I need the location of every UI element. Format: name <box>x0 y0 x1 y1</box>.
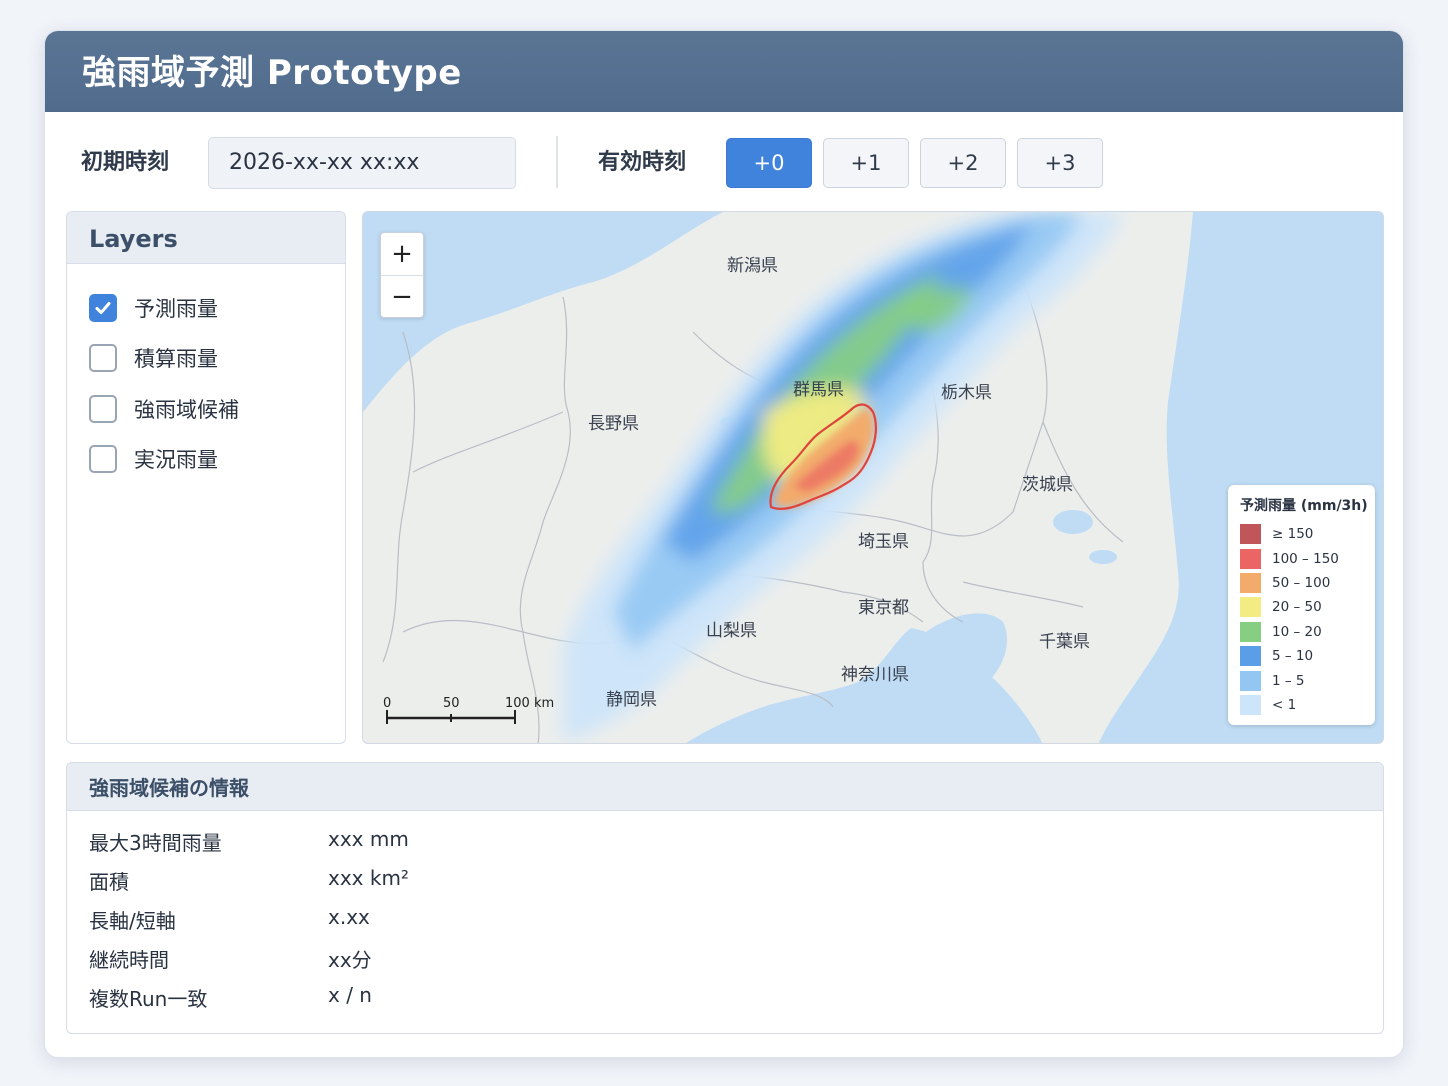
scale-label: 50 <box>443 696 460 711</box>
init-time-label: 初期時刻 <box>81 150 170 175</box>
init-time-field[interactable]: 2026-xx-xx xx:xx <box>208 137 516 189</box>
pref-label: 群馬県 <box>793 380 844 400</box>
pref-label: 長野県 <box>588 414 639 434</box>
legend-label: 5 – 10 <box>1272 648 1314 665</box>
checkbox-checked-icon[interactable] <box>89 294 117 322</box>
checkbox-icon[interactable] <box>89 344 117 372</box>
offset-button-0[interactable]: +0 <box>726 138 812 188</box>
pref-label: 新潟県 <box>727 256 778 276</box>
pref-label: 千葉県 <box>1039 632 1090 652</box>
legend-label: 10 – 20 <box>1272 623 1322 640</box>
layers-title: Layers <box>67 212 345 264</box>
candidate-info-panel: 強雨域候補の情報 最大3時間雨量 xxx mm 面積 xxx km² 長軸/短軸… <box>66 762 1384 1034</box>
checkbox-icon[interactable] <box>89 445 117 473</box>
legend-entry: 5 – 10 <box>1240 644 1375 668</box>
legend-entry: 1 – 5 <box>1240 668 1375 692</box>
app-title: 強雨域予測 Prototype <box>45 31 1403 112</box>
zoom-out-button[interactable]: − <box>381 276 423 319</box>
offset-button-3[interactable]: +3 <box>1017 138 1103 188</box>
scale-label: 0 <box>383 696 392 711</box>
legend-entry: < 1 <box>1240 693 1375 717</box>
info-value: xx分 <box>328 948 372 972</box>
layer-observed-rain[interactable]: 実況雨量 <box>89 444 218 474</box>
info-value: xxx mm <box>328 827 409 851</box>
scale-label: 100 km <box>505 696 555 711</box>
pref-label: 埼玉県 <box>858 532 909 552</box>
info-title: 強雨域候補の情報 <box>67 763 1383 811</box>
legend-entry: 100 – 150 <box>1240 546 1375 570</box>
legend-label: 100 – 150 <box>1272 550 1339 567</box>
legend-swatch <box>1240 670 1261 691</box>
offset-button-1[interactable]: +1 <box>823 138 909 188</box>
checkbox-icon[interactable] <box>89 395 117 423</box>
info-row: 面積 xxx km² <box>89 866 689 894</box>
info-row: 継続時間 xx分 <box>89 944 689 972</box>
layer-label: 予測雨量 <box>134 297 218 321</box>
info-value: x / n <box>328 983 372 1007</box>
pref-label: 栃木県 <box>941 383 992 403</box>
info-key: 複数Run一致 <box>89 987 208 1011</box>
pref-label: 神奈川県 <box>841 665 909 685</box>
legend-title: 予測雨量 (mm/3h) <box>1240 498 1368 514</box>
pref-label: 茨城県 <box>1022 475 1073 495</box>
info-key: 面積 <box>89 870 129 894</box>
legend-swatch <box>1240 694 1261 715</box>
legend-label: < 1 <box>1272 696 1297 713</box>
legend-entry: 50 – 100 <box>1240 571 1375 595</box>
zoom-control: + − <box>380 232 424 318</box>
layer-label: 積算雨量 <box>134 347 218 371</box>
legend-label: 50 – 100 <box>1272 574 1331 591</box>
layer-heavy-rain-candidate[interactable]: 強雨域候補 <box>89 394 239 424</box>
toolbar: 初期時刻 2026-xx-xx xx:xx 有効時刻 +0 +1 +2 +3 <box>45 136 1403 190</box>
app-window: 強雨域予測 Prototype 初期時刻 2026-xx-xx xx:xx 有効… <box>44 30 1404 1058</box>
rain-legend: 予測雨量 (mm/3h) ≥ 150 100 – 150 50 – 100 20… <box>1228 485 1375 725</box>
offset-button-2[interactable]: +2 <box>920 138 1006 188</box>
layer-label: 実況雨量 <box>134 448 218 472</box>
legend-swatch <box>1240 597 1261 618</box>
legend-entry: 20 – 50 <box>1240 595 1375 619</box>
toolbar-divider <box>556 136 558 188</box>
layer-label: 強雨域候補 <box>134 398 239 422</box>
pref-label: 東京都 <box>858 598 909 618</box>
valid-time-label: 有効時刻 <box>598 150 687 175</box>
rain-map[interactable]: + − 新潟県 群馬県 栃木県 長野県 茨城県 埼玉県 東京都 山梨県 千葉県 … <box>362 211 1384 744</box>
layer-accumulated-rain[interactable]: 積算雨量 <box>89 343 218 373</box>
info-value: x.xx <box>328 905 370 929</box>
legend-swatch <box>1240 548 1261 569</box>
legend-label: 20 – 50 <box>1272 599 1322 616</box>
info-key: 長軸/短軸 <box>89 909 176 933</box>
info-row: 複数Run一致 x / n <box>89 983 689 1011</box>
legend-swatch <box>1240 572 1261 593</box>
layers-panel: Layers 予測雨量 積算雨量 強雨域候補 実況雨量 <box>66 211 346 744</box>
info-key: 継続時間 <box>89 948 169 972</box>
info-value: xxx km² <box>328 866 409 890</box>
legend-swatch <box>1240 524 1261 545</box>
legend-label: 1 – 5 <box>1272 672 1305 689</box>
pref-label: 山梨県 <box>706 621 757 641</box>
legend-swatch <box>1240 621 1261 642</box>
legend-label: ≥ 150 <box>1272 526 1314 543</box>
info-row: 最大3時間雨量 xxx mm <box>89 827 689 855</box>
legend-entry: ≥ 150 <box>1240 522 1375 546</box>
pref-label: 静岡県 <box>606 690 657 710</box>
legend-swatch <box>1240 646 1261 667</box>
info-row: 長軸/短軸 x.xx <box>89 905 689 933</box>
layer-forecast-rain[interactable]: 予測雨量 <box>89 293 218 323</box>
legend-entry: 10 – 20 <box>1240 620 1375 644</box>
zoom-in-button[interactable]: + <box>381 233 423 276</box>
info-key: 最大3時間雨量 <box>89 831 222 855</box>
